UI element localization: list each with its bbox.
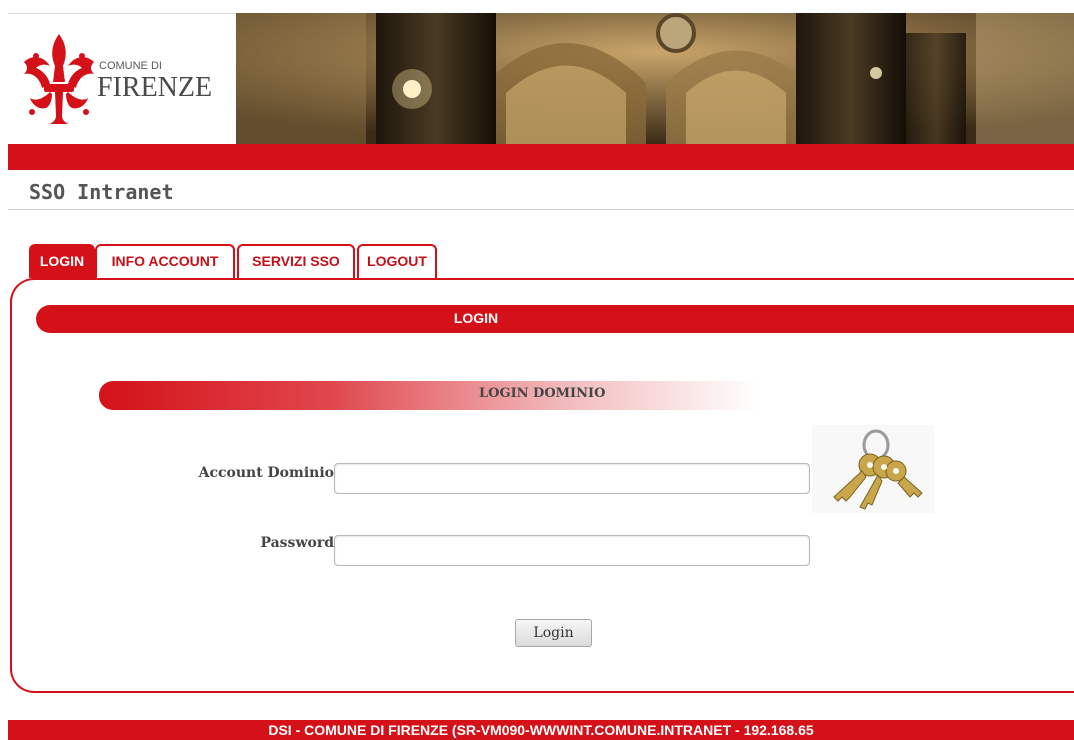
password-input[interactable] bbox=[334, 535, 810, 566]
account-label: Account Dominio bbox=[198, 465, 334, 481]
title-bar: SSO Intranet bbox=[8, 170, 1074, 210]
header-banner-image bbox=[236, 13, 1074, 144]
keys-icon bbox=[812, 425, 934, 513]
tab-login[interactable]: LOGIN bbox=[29, 244, 95, 278]
section-header-label: LOGIN DOMINIO bbox=[479, 386, 606, 401]
comune-logo: COMUNE DI FIRENZE bbox=[8, 13, 236, 144]
tab-info-account[interactable]: INFO ACCOUNT bbox=[95, 244, 235, 278]
footer-text: DSI - COMUNE DI FIRENZE (SR-VM090-WWWINT… bbox=[268, 722, 814, 738]
logo-text-small: COMUNE DI bbox=[99, 60, 162, 72]
page-header: COMUNE DI FIRENZE bbox=[8, 13, 1074, 144]
tab-servizi-sso[interactable]: SERVIZI SSO bbox=[237, 244, 355, 278]
account-input[interactable] bbox=[334, 463, 810, 494]
header-red-strip bbox=[8, 144, 1074, 170]
section-header-bar: LOGIN DOMINIO bbox=[99, 381, 759, 410]
panel-header-label: LOGIN bbox=[453, 310, 499, 326]
login-button[interactable]: Login bbox=[515, 619, 592, 647]
logo-text-big: FIRENZE bbox=[97, 72, 213, 103]
panel-header-bar: LOGIN bbox=[36, 305, 1074, 333]
password-label: Password bbox=[260, 535, 334, 551]
page-footer: DSI - COMUNE DI FIRENZE (SR-VM090-WWWINT… bbox=[8, 720, 1074, 740]
page-title: SSO Intranet bbox=[29, 180, 174, 204]
tab-logout[interactable]: LOGOUT bbox=[357, 244, 437, 278]
fleur-de-lis-logo-icon bbox=[24, 34, 94, 124]
